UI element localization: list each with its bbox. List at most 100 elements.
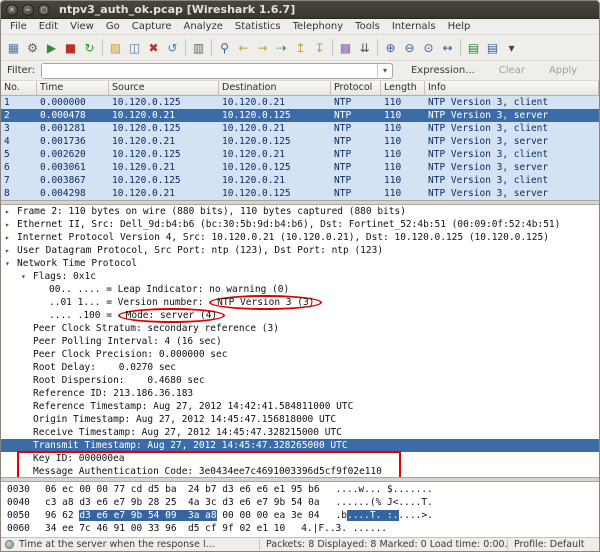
reload-button[interactable]: ↺ — [163, 37, 182, 58]
menu-item-capture[interactable]: Capture — [126, 20, 178, 33]
detail-line[interactable]: Peer Clock Stratum: secondary reference … — [1, 322, 599, 335]
menu-item-internals[interactable]: Internals — [386, 20, 442, 33]
detail-line[interactable]: ▾Network Time Protocol — [1, 257, 599, 270]
hex-row[interactable]: 006034 ee 7c 46 91 00 33 96 d5 cf 9f 02 … — [7, 523, 599, 536]
column-header-source[interactable]: Source — [109, 81, 219, 96]
column-header-destination[interactable]: Destination — [219, 81, 331, 96]
menu-item-telephony[interactable]: Telephony — [287, 20, 350, 33]
hex-row[interactable]: 0040c3 a8 d3 e6 e7 9b 28 25 4a 3c d3 e6 … — [7, 497, 599, 510]
detail-line[interactable]: ▸User Datagram Protocol, Src Port: ntp (… — [1, 244, 599, 257]
zoom-out-button[interactable]: ⊖ — [400, 37, 419, 58]
packet-row[interactable]: 50.00262010.120.0.12510.120.0.21NTP110NT… — [1, 148, 599, 161]
column-header-length[interactable]: Length — [381, 81, 425, 96]
hex-byte-run: 06 ec 00 00 77 cd d5 ba 24 b7 d3 e6 e6 e… — [45, 484, 320, 495]
expander-collapsed-icon[interactable]: ▸ — [5, 220, 17, 229]
column-header-no[interactable]: No. — [1, 81, 37, 96]
detail-line[interactable]: ..01 1... = Version number: NTP Version … — [1, 296, 599, 309]
detail-text: .... .100 = — [49, 310, 118, 321]
go-to-top-button[interactable]: ↥ — [291, 37, 310, 58]
title-bar[interactable]: ✕ − ▢ ntpv3_auth_ok.pcap [Wireshark 1.6.… — [1, 1, 599, 19]
detail-line[interactable]: Root Delay: 0.0270 sec — [1, 361, 599, 374]
detail-line[interactable]: Root Dispersion: 0.4680 sec — [1, 374, 599, 387]
detail-line[interactable]: Key ID: 000000ea — [1, 452, 599, 465]
detail-line[interactable]: Origin Timestamp: Aug 27, 2012 14:45:47.… — [1, 413, 599, 426]
detail-line[interactable]: 00.. .... = Leap Indicator: no warning (… — [1, 283, 599, 296]
open-file-button[interactable]: ▨ — [106, 37, 125, 58]
packet-row[interactable]: 80.00429810.120.0.2110.120.0.125NTP110NT… — [1, 187, 599, 200]
column-header-protocol[interactable]: Protocol — [331, 81, 381, 96]
detail-line[interactable]: ▸Ethernet II, Src: Dell_9d:b4:b6 (bc:30:… — [1, 218, 599, 231]
capture-filters-button[interactable]: ▤ — [464, 37, 483, 58]
go-forward-button[interactable]: → — [253, 37, 272, 58]
detail-line[interactable]: .... .100 = Mode: server (4) — [1, 309, 599, 322]
expression-button[interactable]: Expression... — [411, 65, 475, 76]
filter-dropdown-button[interactable]: ▾ — [377, 64, 392, 78]
menu-item-analyze[interactable]: Analyze — [177, 20, 228, 33]
list-interfaces-button[interactable]: ▦ — [4, 37, 23, 58]
packet-row[interactable]: 60.00306110.120.0.2110.120.0.125NTP110NT… — [1, 161, 599, 174]
clear-button[interactable]: Clear — [499, 65, 525, 76]
detail-line[interactable]: ▸Frame 2: 110 bytes on wire (880 bits), … — [1, 205, 599, 218]
apply-button[interactable]: Apply — [549, 65, 577, 76]
display-filters-button[interactable]: ▤ — [483, 37, 502, 58]
status-stats: Packets: 8 Displayed: 8 Marked: 0 Load t… — [259, 539, 507, 550]
column-header-time[interactable]: Time — [37, 81, 109, 96]
expander-collapsed-icon[interactable]: ▸ — [5, 246, 17, 255]
expert-info-icon[interactable] — [5, 540, 14, 549]
detail-line[interactable]: Peer Polling Interval: 4 (16 sec) — [1, 335, 599, 348]
maximize-button[interactable]: ▢ — [38, 4, 50, 16]
expander-expanded-icon[interactable]: ▾ — [21, 272, 33, 281]
menu-item-go[interactable]: Go — [100, 20, 126, 33]
packet-cell-length: 110 — [381, 109, 425, 122]
toolbar-overflow-button[interactable]: ▾ — [502, 37, 521, 58]
detail-line[interactable]: ▸Internet Protocol Version 4, Src: 10.12… — [1, 231, 599, 244]
detail-line[interactable]: Message Authentication Code: 3e0434ee7c4… — [1, 465, 599, 478]
filter-input[interactable] — [42, 64, 377, 78]
detail-line[interactable]: ▾Flags: 0x1c — [1, 270, 599, 283]
find-packet-button[interactable]: ⚲ — [215, 37, 234, 58]
zoom-in-button[interactable]: ⊕ — [381, 37, 400, 58]
hex-row[interactable]: 005096 62 d3 e6 e7 9b 54 09 3a a8 00 00 … — [7, 510, 599, 523]
resize-columns-button[interactable]: ↔ — [438, 37, 457, 58]
restart-capture-button[interactable]: ↻ — [80, 37, 99, 58]
go-to-packet-button[interactable]: ⇢ — [272, 37, 291, 58]
packet-row[interactable]: 30.00128110.120.0.12510.120.0.21NTP110NT… — [1, 122, 599, 135]
close-button[interactable]: ✕ — [6, 4, 18, 16]
hex-ascii: 4.|F..3. ...... — [301, 523, 387, 536]
detail-line[interactable]: Transmit Timestamp: Aug 27, 2012 14:45:4… — [1, 439, 599, 452]
hex-row[interactable]: 003006 ec 00 00 77 cd d5 ba 24 b7 d3 e6 … — [7, 484, 599, 497]
menu-item-edit[interactable]: Edit — [33, 20, 64, 33]
colorize-button[interactable]: ▩ — [336, 37, 355, 58]
menu-item-view[interactable]: View — [64, 20, 100, 33]
save-as-button[interactable]: ◫ — [125, 37, 144, 58]
menu-item-tools[interactable]: Tools — [349, 20, 386, 33]
detail-line[interactable]: Peer Clock Precision: 0.000000 sec — [1, 348, 599, 361]
expander-expanded-icon[interactable]: ▾ — [5, 259, 17, 268]
packet-cell-no: 3 — [1, 122, 37, 135]
detail-line[interactable]: Receive Timestamp: Aug 27, 2012 14:45:47… — [1, 426, 599, 439]
packet-row[interactable]: 10.00000010.120.0.12510.120.0.21NTP110NT… — [1, 96, 599, 109]
menu-item-statistics[interactable]: Statistics — [229, 20, 287, 33]
expander-collapsed-icon[interactable]: ▸ — [5, 233, 17, 242]
print-button[interactable]: ▥ — [189, 37, 208, 58]
packet-row[interactable]: 40.00173610.120.0.2110.120.0.125NTP110NT… — [1, 135, 599, 148]
stop-capture-button[interactable]: ■ — [61, 37, 80, 58]
detail-line[interactable]: Reference ID: 213.186.36.183 — [1, 387, 599, 400]
detail-line[interactable]: Reference Timestamp: Aug 27, 2012 14:42:… — [1, 400, 599, 413]
column-header-info[interactable]: Info — [425, 81, 599, 96]
packet-row[interactable]: 20.00047810.120.0.2110.120.0.125NTP110NT… — [1, 109, 599, 122]
expander-collapsed-icon[interactable]: ▸ — [5, 207, 17, 216]
zoom-normal-button[interactable]: ⊙ — [419, 37, 438, 58]
minimize-button[interactable]: − — [22, 4, 34, 16]
auto-scroll-button[interactable]: ⇊ — [355, 37, 374, 58]
go-back-button[interactable]: ← — [234, 37, 253, 58]
menu-item-file[interactable]: File — [4, 20, 33, 33]
go-to-bottom-button[interactable]: ↧ — [310, 37, 329, 58]
hex-byte-run: 96 62 — [45, 510, 79, 521]
status-profile[interactable]: Profile: Default — [507, 539, 599, 550]
capture-options-button[interactable]: ⚙ — [23, 37, 42, 58]
close-file-button[interactable]: ✖ — [144, 37, 163, 58]
packet-row[interactable]: 70.00386710.120.0.12510.120.0.21NTP110NT… — [1, 174, 599, 187]
menu-item-help[interactable]: Help — [442, 20, 477, 33]
start-capture-button[interactable]: ▶ — [42, 37, 61, 58]
